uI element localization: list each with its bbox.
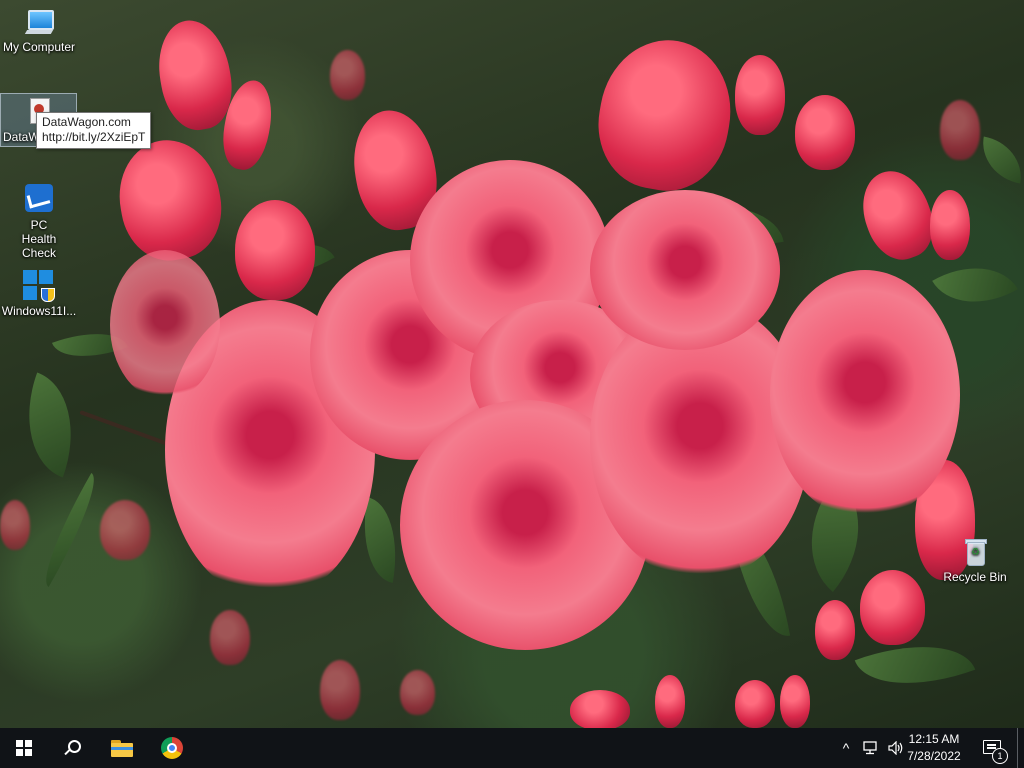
- recycle-bin-icon: ♻: [959, 536, 991, 568]
- flower-bud: [860, 570, 925, 645]
- taskbar-file-explorer[interactable]: [98, 728, 146, 768]
- network-icon: [863, 741, 877, 755]
- flower-bud: [930, 190, 970, 260]
- windows-installer-icon: [23, 270, 55, 302]
- flower-bud: [235, 200, 315, 300]
- flower-bud: [400, 670, 435, 715]
- desktop-icon-label: Windows11I...: [1, 304, 77, 318]
- computer-icon: [23, 6, 55, 38]
- chrome-icon: [161, 737, 183, 759]
- network-button[interactable]: [858, 728, 884, 768]
- azalea-flower: [590, 190, 780, 350]
- flower-bud: [0, 500, 30, 550]
- flower-bud: [795, 95, 855, 170]
- desktop-icon-recycle-bin[interactable]: ♻ Recycle Bin: [936, 536, 1014, 584]
- tooltip-title: DataWagon.com: [42, 115, 131, 129]
- flower-bud: [780, 675, 810, 728]
- search-icon: [64, 740, 81, 756]
- search-button[interactable]: [48, 728, 96, 768]
- show-desktop-button[interactable]: [1017, 728, 1024, 768]
- shortcut-tooltip: DataWagon.com http://bit.ly/2XziEpT: [36, 112, 152, 149]
- clock-date: 7/28/2022: [907, 749, 961, 763]
- action-center-button[interactable]: 1: [976, 728, 1012, 768]
- flower-bud: [940, 100, 980, 160]
- chevron-up-icon: ^: [842, 740, 850, 756]
- desktop-icon-pc-health-check[interactable]: PC Health Check: [0, 184, 78, 260]
- flower-bud: [320, 660, 360, 720]
- desktop-icon-my-computer[interactable]: My Computer: [0, 6, 78, 54]
- taskbar-chrome[interactable]: [148, 728, 196, 768]
- azalea-flower: [770, 270, 960, 520]
- start-button[interactable]: [0, 728, 48, 768]
- desktop-icon-label: My Computer: [2, 40, 76, 54]
- desktop-wallpaper[interactable]: [0, 0, 1024, 728]
- flower-bud: [100, 500, 150, 560]
- flower-bud: [210, 610, 250, 665]
- windows-logo-icon: [16, 740, 32, 756]
- flower-bud: [815, 600, 855, 660]
- flower-bud: [735, 680, 775, 728]
- flower-bud: [330, 50, 365, 100]
- clock-time: 12:15 AM: [908, 732, 960, 746]
- show-hidden-icons-button[interactable]: ^: [836, 728, 856, 768]
- notification-count-badge: 1: [992, 748, 1008, 764]
- flower-bud: [570, 690, 630, 728]
- folder-icon: [111, 739, 133, 757]
- taskbar-clock[interactable]: 12:15 AM 7/28/2022: [892, 731, 976, 765]
- flower-bud: [735, 55, 785, 135]
- azalea-flower: [110, 250, 220, 400]
- health-check-icon: [23, 184, 55, 216]
- desktop-icon-label: PC Health Check: [21, 218, 57, 260]
- flower-bud: [655, 675, 685, 728]
- desktop-icon-windows11-installer[interactable]: Windows11I...: [0, 270, 78, 318]
- tooltip-url: http://bit.ly/2XziEpT: [42, 130, 146, 144]
- taskbar: ^ 12:15 AM 7/28/2022 1: [0, 728, 1024, 768]
- desktop-icon-label: Recycle Bin: [943, 570, 1007, 584]
